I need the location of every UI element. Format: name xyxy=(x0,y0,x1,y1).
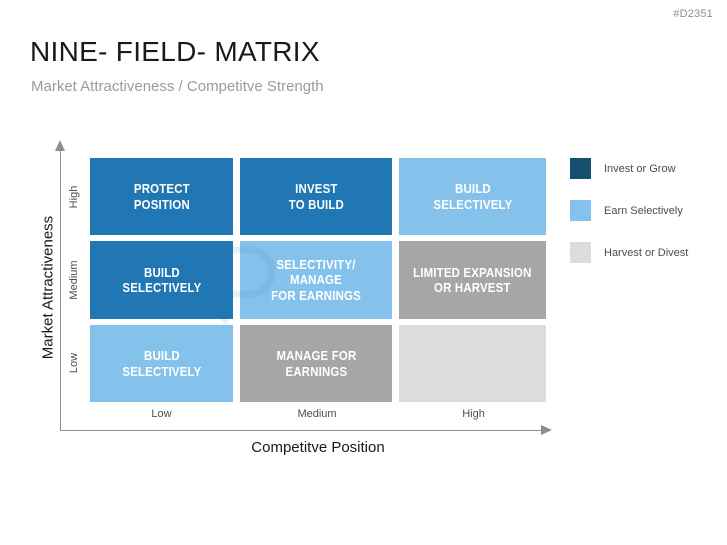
legend-swatch-invest-or-grow xyxy=(570,158,591,179)
nine-field-matrix-chart: Market Attractiveness High Medium Low Co… xyxy=(0,0,727,545)
legend-label-invest-or-grow: Invest or Grow xyxy=(604,162,676,175)
matrix-cell-label: BUILD SELECTIVELY xyxy=(121,264,202,295)
y-axis-title: Market Attractiveness xyxy=(39,215,57,360)
matrix-cell-high-medium[interactable]: INVEST TO BUILD xyxy=(240,158,392,235)
x-tick-low: Low xyxy=(151,408,172,420)
matrix-grid: PROTECT POSITION INVEST TO BUILD BUILD SELE… xyxy=(90,158,547,402)
y-tick-medium: Medium xyxy=(68,260,80,300)
matrix-cell-label: BUILD SELECTIVELY xyxy=(121,348,202,379)
matrix-cell-label: SELECTIVITY/ MANAGE FOR EARNINGS xyxy=(271,257,361,303)
y-tick-high: High xyxy=(68,185,80,209)
matrix-cell-medium-high[interactable]: LIMITED EXPANSION OR HARVEST xyxy=(399,241,546,319)
matrix-cell-medium-medium[interactable]: SELECTIVITY/ MANAGE FOR EARNINGS xyxy=(240,241,392,319)
legend: Invest or Grow Earn Selectively Harvest … xyxy=(570,158,720,284)
matrix-cell-low-medium[interactable]: MANAGE FOR EARNINGS xyxy=(240,325,392,402)
legend-item-harvest-or-divest[interactable]: Harvest or Divest xyxy=(570,242,720,263)
legend-swatch-harvest-or-divest xyxy=(570,242,591,263)
matrix-cell-label: LIMITED EXPANSION OR HARVEST xyxy=(413,264,532,295)
legend-label-earn-selectively: Earn Selectively xyxy=(604,204,683,217)
matrix-cell-label: BUILD SELECTIVELY xyxy=(432,181,513,212)
matrix-cell-label: PROTECT POSITION xyxy=(133,181,190,212)
y-axis-line xyxy=(60,148,61,431)
matrix-cell-label: INVEST TO BUILD xyxy=(288,181,344,212)
legend-item-earn-selectively[interactable]: Earn Selectively xyxy=(570,200,720,221)
x-axis-arrow-icon xyxy=(541,425,552,435)
x-axis-line xyxy=(60,430,542,431)
matrix-cell-low-high[interactable] xyxy=(399,325,546,402)
matrix-cell-high-low[interactable]: PROTECT POSITION xyxy=(90,158,233,235)
x-tick-medium: Medium xyxy=(297,408,337,420)
y-tick-low: Low xyxy=(68,352,80,374)
matrix-cell-high-high[interactable]: BUILD SELECTIVELY xyxy=(399,158,546,235)
legend-swatch-earn-selectively xyxy=(570,200,591,221)
matrix-cell-medium-low[interactable]: BUILD SELECTIVELY xyxy=(90,241,233,319)
legend-item-invest-or-grow[interactable]: Invest or Grow xyxy=(570,158,720,179)
legend-label-harvest-or-divest: Harvest or Divest xyxy=(604,246,689,259)
x-axis-title: Competitve Position xyxy=(251,439,385,456)
x-tick-high: High xyxy=(462,408,485,420)
matrix-cell-low-low[interactable]: BUILD SELECTIVELY xyxy=(90,325,233,402)
matrix-cell-label: MANAGE FOR EARNINGS xyxy=(276,348,356,379)
